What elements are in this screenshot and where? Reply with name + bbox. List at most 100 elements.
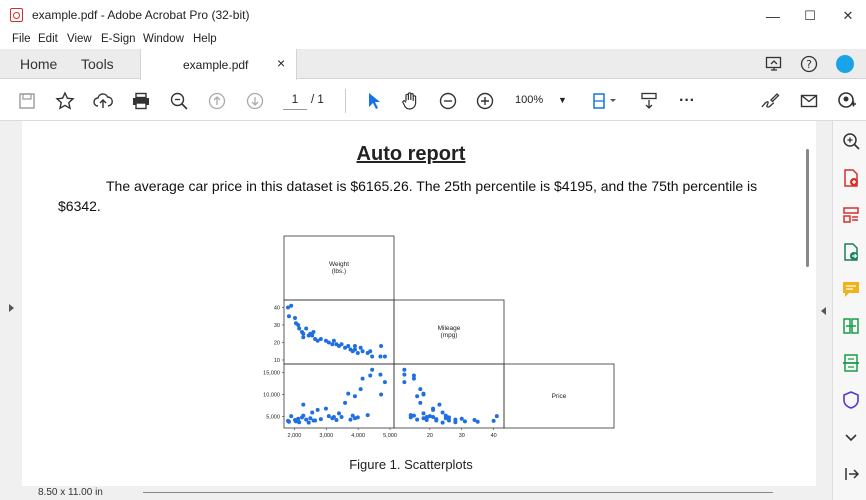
menu-edit[interactable]: Edit — [38, 33, 58, 45]
point-price-vs-weight — [323, 406, 328, 411]
organize-pages-icon[interactable] — [841, 205, 861, 225]
page-number-input[interactable]: 1 — [283, 90, 307, 110]
point-price-vs-weight — [311, 418, 316, 423]
scroll-mode-icon[interactable] — [636, 88, 662, 114]
menu-file[interactable]: File — [12, 33, 31, 45]
tick-label-mileage-x: 30 — [459, 433, 465, 439]
point-price-vs-mileage — [459, 416, 464, 421]
more-tools-icon[interactable]: ··· — [674, 88, 700, 114]
zoom-select[interactable]: 100% ▼ — [515, 90, 567, 110]
point-mileage-vs-weight — [318, 337, 323, 341]
next-page-icon[interactable] — [242, 88, 268, 114]
protect-shield-icon[interactable] — [841, 390, 861, 410]
tick-label-weight-x: 2,000 — [287, 433, 301, 439]
point-price-vs-mileage — [415, 394, 420, 399]
label-price: Price — [552, 393, 567, 400]
point-mileage-vs-weight — [297, 326, 302, 331]
minimize-button[interactable]: — — [758, 6, 788, 26]
menu-view[interactable]: View — [67, 33, 92, 45]
print-icon[interactable] — [128, 88, 154, 114]
vertical-scrollbar[interactable] — [800, 121, 816, 486]
tab-close-icon[interactable]: × — [277, 55, 285, 71]
select-cursor-icon[interactable] — [360, 88, 386, 114]
close-button[interactable]: ✕ — [833, 6, 863, 26]
scrollbar-thumb[interactable] — [806, 149, 809, 267]
tick-label-mileage-y: 20 — [274, 341, 280, 347]
save-icon[interactable] — [14, 88, 40, 114]
tick-label-price-y: 15,000 — [263, 370, 280, 376]
collapse-pane-icon[interactable] — [841, 464, 861, 484]
point-price-vs-weight — [310, 410, 315, 415]
point-price-vs-weight — [346, 391, 351, 396]
point-price-vs-mileage — [408, 413, 413, 418]
zoom-in-icon[interactable] — [472, 88, 498, 114]
comment-icon[interactable] — [841, 279, 861, 299]
tab-tools[interactable]: Tools — [81, 56, 114, 72]
horizontal-scrollbar[interactable] — [143, 492, 773, 493]
point-price-vs-weight — [289, 414, 294, 419]
sign-icon[interactable] — [757, 88, 783, 114]
point-price-vs-weight — [286, 418, 290, 423]
point-price-vs-weight — [318, 417, 323, 422]
point-price-vs-weight — [296, 416, 301, 421]
point-price-vs-weight — [306, 420, 311, 425]
share-screen-icon[interactable] — [765, 55, 783, 73]
tools-pane — [832, 121, 866, 500]
zoom-out-icon[interactable] — [435, 88, 461, 114]
menu-window[interactable]: Window — [143, 33, 184, 45]
point-price-vs-mileage — [472, 418, 477, 423]
maximize-button[interactable]: ☐ — [795, 6, 825, 26]
point-mileage-vs-weight — [326, 340, 331, 345]
scan-ocr-icon[interactable] — [841, 353, 861, 373]
menu-esign[interactable]: E-Sign — [101, 33, 136, 45]
add-user-icon[interactable] — [834, 88, 860, 114]
point-mileage-vs-weight — [296, 323, 301, 327]
tick-label-weight-x: 4,000 — [351, 433, 365, 439]
point-mileage-vs-weight — [360, 349, 365, 354]
toolbar: 1 / 1 100% ▼ ··· — [0, 80, 866, 121]
page-fit-icon[interactable] — [588, 88, 622, 114]
star-icon[interactable] — [52, 88, 78, 114]
compare-files-icon[interactable] — [841, 316, 861, 336]
point-price-vs-mileage — [437, 402, 442, 407]
hand-tool-icon[interactable] — [397, 88, 423, 114]
tick-label-weight-x: 3,000 — [319, 433, 333, 439]
right-panel-toggle[interactable] — [816, 121, 832, 486]
point-price-vs-weight — [358, 387, 363, 392]
point-price-vs-weight — [334, 418, 339, 423]
zoom-search-icon[interactable] — [166, 88, 192, 114]
export-pdf-icon[interactable] — [841, 242, 861, 262]
tab-document[interactable]: example.pdf × — [140, 49, 297, 80]
page-total: / 1 — [311, 94, 324, 106]
chevron-down-icon[interactable] — [841, 427, 861, 447]
report-title: Auto report — [356, 143, 466, 165]
point-price-vs-mileage — [431, 406, 436, 411]
point-price-vs-weight — [339, 414, 344, 419]
tick-label-price-y: 10,000 — [263, 392, 280, 398]
avatar[interactable] — [836, 55, 854, 73]
email-icon[interactable] — [796, 88, 822, 114]
point-mileage-vs-weight — [301, 335, 306, 340]
help-icon[interactable]: ? — [800, 55, 818, 73]
tick-label-mileage-y: 10 — [274, 358, 280, 364]
point-price-vs-mileage — [421, 392, 426, 397]
point-price-vs-mileage — [494, 414, 499, 419]
menu-help[interactable]: Help — [193, 33, 217, 45]
point-price-vs-weight — [331, 414, 336, 419]
search-zoom-icon[interactable] — [841, 131, 861, 151]
tick-label-mileage-y: 40 — [274, 306, 280, 312]
point-price-vs-mileage — [447, 418, 451, 423]
point-mileage-vs-weight — [339, 342, 344, 347]
point-mileage-vs-weight — [311, 330, 316, 334]
point-price-vs-mileage — [418, 400, 423, 405]
previous-page-icon[interactable] — [204, 88, 230, 114]
point-mileage-vs-weight — [379, 344, 384, 348]
upload-cloud-icon[interactable] — [90, 88, 116, 114]
left-panel-toggle[interactable] — [0, 121, 22, 486]
tab-home[interactable]: Home — [20, 56, 57, 72]
point-mileage-vs-weight — [346, 344, 351, 348]
create-pdf-icon[interactable] — [841, 168, 861, 188]
svg-text:?: ? — [806, 58, 812, 71]
point-price-vs-weight — [352, 394, 357, 399]
point-mileage-vs-weight — [330, 342, 335, 347]
